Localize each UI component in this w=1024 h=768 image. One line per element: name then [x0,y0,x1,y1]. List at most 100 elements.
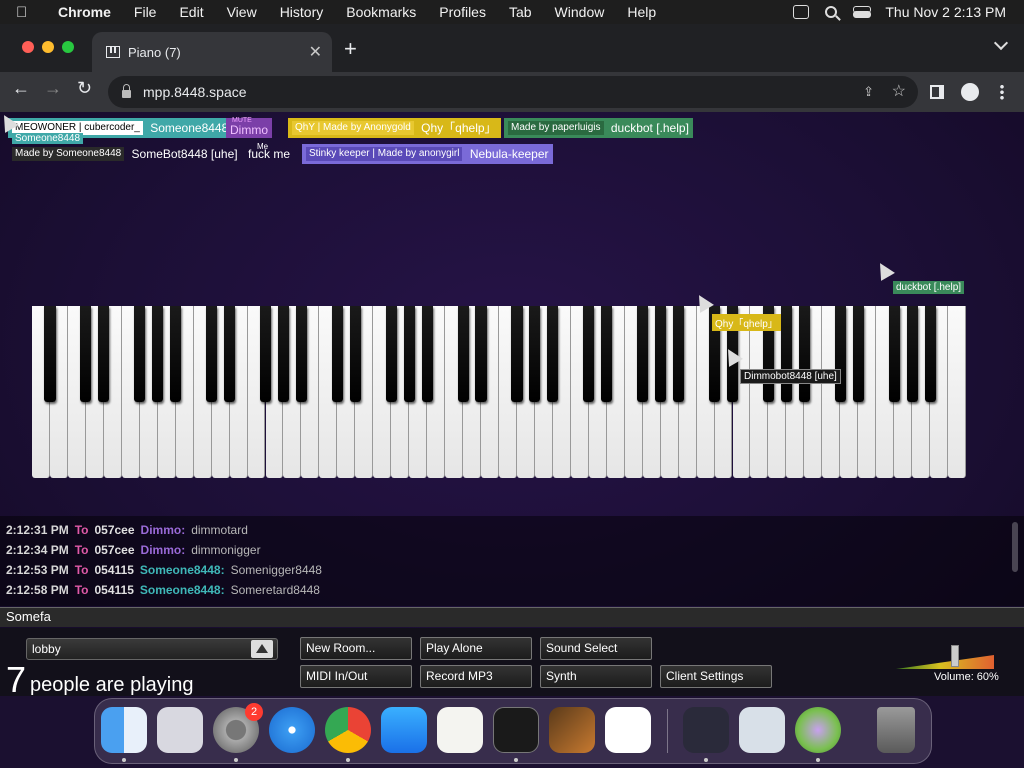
record-mp3-button[interactable]: Record MP3 [420,665,532,688]
black-key[interactable] [80,306,92,402]
black-key[interactable] [385,306,397,402]
participant-me[interactable]: Me fuck me [244,142,294,164]
black-key[interactable] [888,306,900,402]
vscode-icon[interactable] [605,707,651,753]
menu-app[interactable]: Chrome [58,4,111,20]
menu-file[interactable]: File [134,4,157,20]
black-key[interactable] [170,306,182,402]
black-key[interactable] [44,306,56,402]
launchpad-icon[interactable] [157,707,203,753]
black-key[interactable] [98,306,110,402]
new-room-button[interactable]: New Room... [300,637,412,660]
finder-icon[interactable] [101,707,147,753]
black-key[interactable] [673,306,685,402]
chat-log[interactable]: 2:12:31 PM To 057cee Dimmo: dimmotard 2:12:3… [0,516,1024,606]
new-tab-button[interactable]: + [344,36,357,62]
synth-button[interactable]: Synth [540,665,652,688]
participant-dimmo[interactable]: MUTE Dimmo [226,117,272,138]
client-settings-button[interactable]: Client Settings [660,665,772,688]
menu-edit[interactable]: Edit [179,4,203,20]
black-key[interactable] [277,306,290,402]
room-expand-icon[interactable] [251,640,273,658]
participant-qhy[interactable]: QhY | Made by Anonygold Qhy「qhelp」 [288,118,501,138]
chat-scrollbar[interactable] [1012,522,1018,572]
black-key[interactable] [583,306,595,402]
midi-button[interactable]: MIDI In/Out [300,665,412,688]
screen-mirroring-icon[interactable] [793,5,810,19]
chat-input[interactable]: Somefa [0,607,1024,627]
room-select[interactable]: lobby [26,638,278,660]
terminal-icon[interactable] [493,707,539,753]
volume-slider[interactable] [896,645,996,669]
menubar-clock[interactable]: Thu Nov 2 2:13 PM [885,4,1006,20]
menu-window[interactable]: Window [555,4,605,20]
black-key[interactable] [547,306,559,402]
black-key[interactable] [206,306,218,402]
tab-piano[interactable]: Piano (7) ✕ [92,32,332,72]
tab-search-chevron-icon[interactable] [993,35,1009,51]
black-key[interactable] [457,306,469,402]
black-key[interactable] [475,306,487,402]
safari-icon[interactable] [269,707,315,753]
black-key[interactable] [798,306,810,402]
black-key[interactable] [834,306,846,402]
participant-duckbot[interactable]: Made by paperluigis duckbot [.help] [504,118,693,138]
participant-nebula-keeper[interactable]: Stinky keeper | Made by anonygirl Nebula… [302,144,553,164]
black-key[interactable] [403,306,415,402]
nox-icon[interactable] [683,707,729,753]
tab-close-icon[interactable]: ✕ [309,42,322,62]
url-text[interactable]: mpp.8448.space [143,84,247,100]
window-zoom-button[interactable] [62,41,74,53]
forward-arrow-icon[interactable]: → [44,78,62,99]
installer-icon[interactable] [795,707,841,753]
profile-icon[interactable] [961,83,979,101]
black-key[interactable] [349,306,361,402]
black-key[interactable] [780,306,792,402]
menu-tab[interactable]: Tab [509,4,532,20]
reload-icon[interactable]: ↻ [77,78,92,99]
white-key[interactable] [948,306,966,478]
back-arrow-icon[interactable]: ← [12,78,30,99]
garageband-icon[interactable] [549,707,595,753]
more-menu-icon[interactable] [1000,84,1004,100]
black-key[interactable] [259,306,272,402]
black-key[interactable] [852,306,864,402]
black-key[interactable] [655,306,667,402]
piano-keyboard[interactable] [32,306,966,478]
address-bar[interactable]: mpp.8448.space ⇪ ☆ [108,76,918,108]
menu-view[interactable]: View [227,4,257,20]
black-key[interactable] [529,306,541,402]
black-key[interactable] [421,306,433,402]
black-key[interactable] [511,306,523,402]
preview-icon[interactable] [739,707,785,753]
black-key[interactable] [152,306,164,402]
window-close-button[interactable] [22,41,34,53]
black-key[interactable] [295,306,307,402]
app-store-icon[interactable] [381,707,427,753]
side-panel-icon[interactable] [930,85,944,99]
control-center-icon[interactable] [853,6,872,18]
menu-help[interactable]: Help [627,4,656,20]
sound-select-button[interactable]: Sound Select [540,637,652,660]
black-key[interactable] [134,306,146,402]
black-key[interactable] [224,306,236,402]
black-key[interactable] [601,306,613,402]
menu-history[interactable]: History [280,4,324,20]
window-minimize-button[interactable] [42,41,54,53]
lock-icon[interactable] [122,84,131,98]
trash-icon[interactable] [877,707,915,753]
spotlight-icon[interactable] [825,6,838,18]
menu-profiles[interactable]: Profiles [439,4,486,20]
black-key[interactable] [331,306,343,402]
chrome-icon[interactable] [325,707,371,753]
bookmark-star-icon[interactable]: ☆ [892,81,906,101]
black-key[interactable] [924,306,936,402]
black-key[interactable] [637,306,649,402]
apple-icon[interactable]:  [16,4,38,21]
volume-knob[interactable] [951,645,960,667]
textedit-icon[interactable] [437,707,483,753]
play-alone-button[interactable]: Play Alone [420,637,532,660]
menu-bookmarks[interactable]: Bookmarks [346,4,416,20]
participant-somebot8448[interactable]: Made by Someone8448 SomeBot8448 [uhe] [8,144,242,164]
share-icon[interactable]: ⇪ [863,84,874,100]
